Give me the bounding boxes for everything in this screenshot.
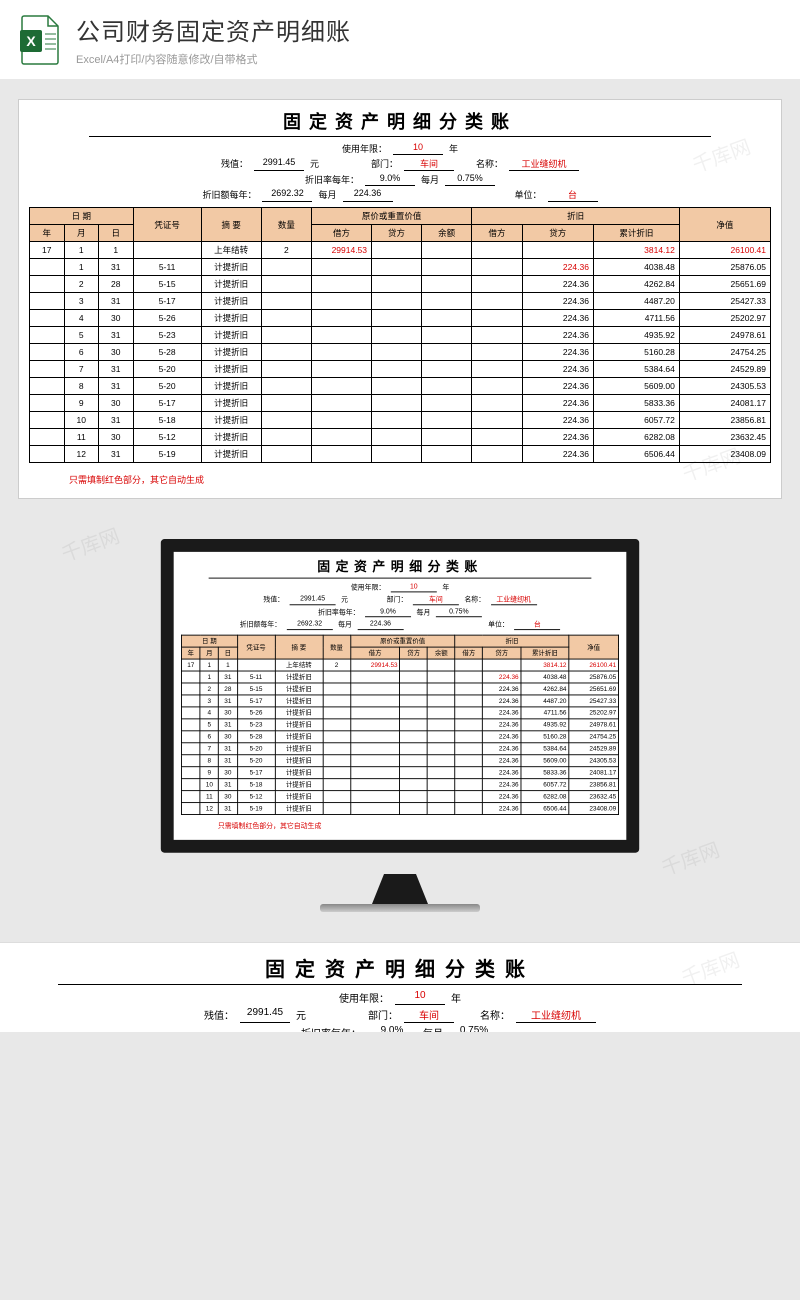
meta-dept: 车间 <box>404 157 454 171</box>
table-row: 1711上年结转229914.533814.1226100.41 <box>30 242 771 259</box>
meta-label: 折旧率每年： <box>305 173 359 186</box>
sheet-title: 固定资产明细分类账 <box>58 953 742 985</box>
meta-amt-m: 224.36 <box>343 188 393 202</box>
sheet-meta: 使用年限：10年 残值：2991.45元 部门：车间 名称：工业缝纫机 折旧率每… <box>181 581 619 631</box>
table-row: 3315-17计提折旧224.364487.2025427.33 <box>30 293 771 310</box>
sheet-title: 固定资产明细分类账 <box>209 557 592 578</box>
table-row: 6305-28计提折旧224.365160.2824754.25 <box>30 344 771 361</box>
th-voucher: 凭证号 <box>133 208 201 242</box>
th-qty: 数量 <box>261 208 311 242</box>
sheet-note: 只需填制红色部分，其它自动生成 <box>29 473 771 486</box>
meta-residual: 2991.45 <box>254 157 304 171</box>
th-debit: 借方 <box>312 225 372 242</box>
table-row: 1315-11计提折旧224.364038.4825876.05 <box>30 259 771 276</box>
table-row: 11305-12计提折旧224.366282.0823632.45 <box>30 429 771 446</box>
ledger-table: 日 期 凭证号 摘 要 数量 原价或重置价值 折旧 净值 年 月 日 借方 贷方… <box>29 207 771 463</box>
meta-name: 工业缝纫机 <box>509 157 579 171</box>
table-row: 2285-15计提折旧224.364262.8425651.69 <box>182 683 619 695</box>
th-acc-dep: 累计折旧 <box>593 225 679 242</box>
th-dep: 折旧 <box>472 208 680 225</box>
table-row: 2285-15计提折旧224.364262.8425651.69 <box>30 276 771 293</box>
excel-icon: X <box>18 14 62 66</box>
watermark: 千库网 <box>657 834 723 882</box>
th-date: 日 期 <box>30 208 134 225</box>
meta-label: 部门： <box>371 157 398 171</box>
table-row: 3315-17计提折旧224.364487.2025427.33 <box>182 695 619 707</box>
sheet-title: 固定资产明细分类账 <box>89 108 711 137</box>
sheet-note: 只需填制红色部分，其它自动生成 <box>181 821 619 831</box>
table-row: 4305-26计提折旧224.364711.5625202.97 <box>182 707 619 719</box>
table-row: 8315-20计提折旧224.365609.0024305.53 <box>182 755 619 767</box>
th-month: 月 <box>64 225 99 242</box>
banner-title: 公司财务固定资产明细账 <box>76 12 782 47</box>
table-row: 7315-20计提折旧224.365384.6424529.89 <box>30 361 771 378</box>
table-row: 12315-19计提折旧224.366506.4423408.09 <box>182 803 619 815</box>
meta-unit-val: 台 <box>548 188 598 202</box>
svg-text:X: X <box>26 33 36 49</box>
table-row: 11305-12计提折旧224.366282.0823632.45 <box>182 791 619 803</box>
table-row: 5315-23计提折旧224.364935.9224978.61 <box>182 719 619 731</box>
meta-label: 每月 <box>421 173 439 186</box>
th-credit: 贷方 <box>372 225 422 242</box>
th-orig: 原价或重置价值 <box>312 208 472 225</box>
monitor-base <box>320 904 480 912</box>
meta-rate-y: 9.0% <box>365 173 415 186</box>
table-row: 8315-20计提折旧224.365609.0024305.53 <box>30 378 771 395</box>
table-row: 10315-18计提折旧224.366057.7223856.81 <box>30 412 771 429</box>
ledger-table-small: 日 期 凭证号 摘 要 数量 原价或重置价值 折旧 净值 年月日 借方贷方余额 … <box>181 635 619 815</box>
table-row: 9305-17计提折旧224.365833.3624081.17 <box>30 395 771 412</box>
header-banner: X 公司财务固定资产明细账 Excel/A4打印/内容随意修改/自带格式 <box>0 0 800 79</box>
monitor-stand <box>360 874 440 904</box>
sheet-preview-bottom: 千库网 固定资产明细分类账 使用年限：10年 残值：2991.45元 部门：车间… <box>0 942 800 1032</box>
meta-amt-y: 2692.32 <box>262 188 312 202</box>
th-day: 日 <box>99 225 134 242</box>
watermark: 千库网 <box>57 520 123 568</box>
meta-use-years: 10 <box>393 142 443 155</box>
th-dep-debit: 借方 <box>472 225 522 242</box>
th-summary: 摘 要 <box>201 208 261 242</box>
table-row: 4305-26计提折旧224.364711.5625202.97 <box>30 310 771 327</box>
table-row: 10315-18计提折旧224.366057.7223856.81 <box>182 779 619 791</box>
table-row: 9305-17计提折旧224.365833.3624081.17 <box>182 767 619 779</box>
meta-label: 使用年限： <box>342 142 387 155</box>
th-net: 净值 <box>679 208 770 242</box>
meta-label: 折旧额每年： <box>202 188 256 202</box>
meta-label: 单位： <box>515 188 542 202</box>
meta-label: 名称： <box>476 157 503 171</box>
th-dep-credit: 贷方 <box>522 225 593 242</box>
sheet-meta: 使用年限： 10 年 残值： 2991.45 元 部门： 车间 名称： 工业缝纫… <box>29 141 771 203</box>
sheet-preview-large: 千库网 千库网 固定资产明细分类账 使用年限： 10 年 残值： 2991.45… <box>18 99 782 499</box>
monitor-screen: 固定资产明细分类账 使用年限：10年 残值：2991.45元 部门：车间 名称：… <box>161 539 639 853</box>
meta-label: 每月 <box>318 188 336 202</box>
th-balance: 余额 <box>422 225 472 242</box>
banner-subtitle: Excel/A4打印/内容随意修改/自带格式 <box>76 51 782 67</box>
meta-unit: 元 <box>310 157 319 171</box>
monitor-mockup: 千库网 千库网 固定资产明细分类账 使用年限：10年 残值：2991.45元 部… <box>140 539 660 912</box>
table-row: 6305-28计提折旧224.365160.2824754.25 <box>182 731 619 743</box>
meta-rate-m: 0.75% <box>445 173 495 186</box>
th-year: 年 <box>30 225 65 242</box>
meta-unit: 年 <box>449 142 458 155</box>
table-row: 5315-23计提折旧224.364935.9224978.61 <box>30 327 771 344</box>
table-row: 1711上年结转229914.533814.1226100.41 <box>182 659 619 671</box>
table-row: 7315-20计提折旧224.365384.6424529.89 <box>182 743 619 755</box>
meta-label: 残值： <box>221 157 248 171</box>
table-row: 1315-11计提折旧224.364038.4825876.05 <box>182 671 619 683</box>
table-row: 12315-19计提折旧224.366506.4423408.09 <box>30 446 771 463</box>
